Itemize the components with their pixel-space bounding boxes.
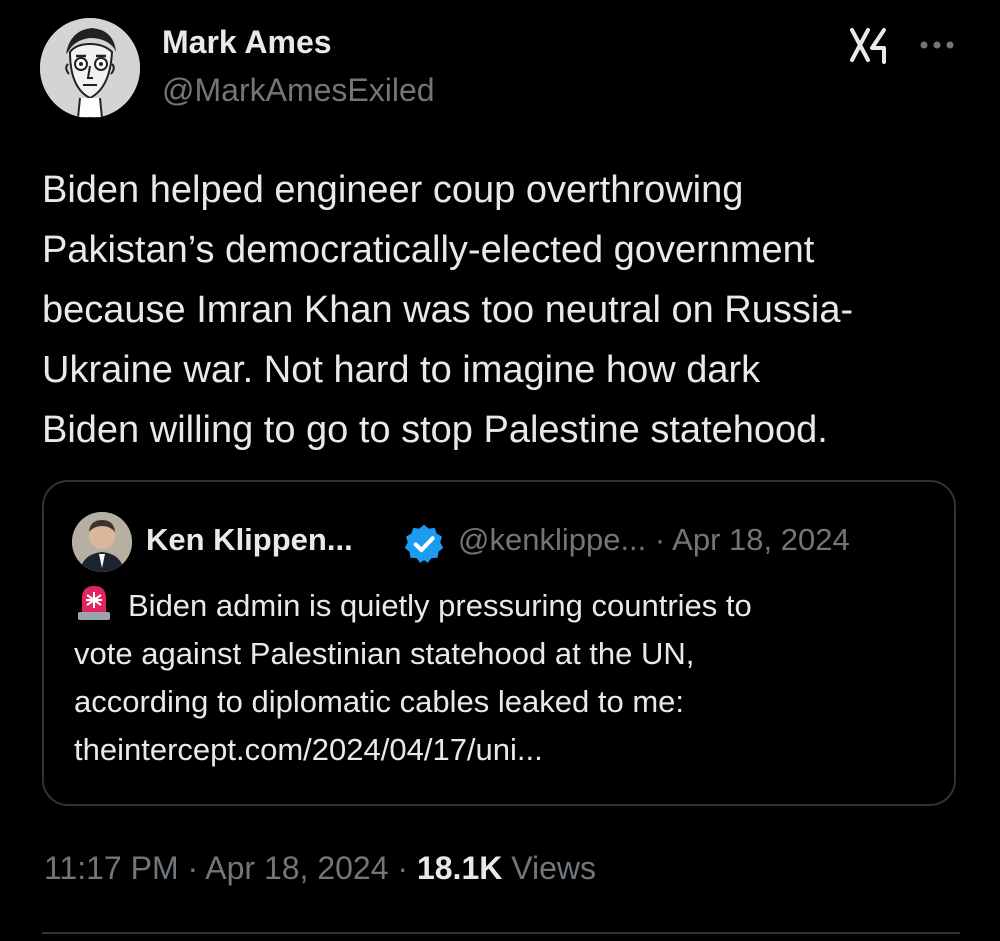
quoted-tweet-card[interactable]: Ken Klippen... @kenklippe... · Apr 18, 2… <box>42 480 956 806</box>
quote-date[interactable]: Apr 18, 2024 <box>672 522 850 557</box>
views-count[interactable]: 18.1K <box>417 850 502 886</box>
avatar-illustration <box>40 18 140 118</box>
quote-line: according to diplomatic cables leaked to… <box>74 684 684 719</box>
avatar[interactable] <box>40 18 140 118</box>
tweet-date[interactable]: Apr 18, 2024 <box>205 850 388 886</box>
tweet-line: Biden helped engineer coup overthrowing <box>42 169 744 211</box>
verified-badge-icon <box>402 522 446 566</box>
quote-text: Biden admin is quietly pressuring countr… <box>74 582 934 774</box>
quote-line-text: Biden admin is quietly pressuring countr… <box>128 588 752 623</box>
tweet-line: Biden willing to go to stop Palestine st… <box>42 409 828 451</box>
rotating-light-icon <box>74 582 114 622</box>
more-options-icon[interactable] <box>918 30 956 60</box>
tweet-meta: 11:17 PM · Apr 18, 2024 · 18.1K Views <box>44 850 596 887</box>
tweet-text: Biden helped engineer coup overthrowing … <box>42 160 972 460</box>
tweet-line: Pakistan’s democratically-elected govern… <box>42 229 815 271</box>
separator-dot: · <box>187 850 199 886</box>
grok-icon[interactable] <box>848 26 892 66</box>
tweet-line: because Imran Khan was too neutral on Ru… <box>42 289 854 331</box>
tweet-line: Ukraine war. Not hard to imagine how dar… <box>42 349 761 391</box>
separator-dot: · <box>397 850 409 886</box>
quote-line: Biden admin is quietly pressuring countr… <box>74 582 934 630</box>
quote-link[interactable]: theintercept.com/2024/04/17/uni... <box>74 726 934 774</box>
quote-avatar[interactable] <box>72 512 132 572</box>
tweet-time[interactable]: 11:17 PM <box>44 850 179 886</box>
quote-handle-date: @kenklippe... · Apr 18, 2024 <box>458 522 850 558</box>
quote-line: vote against Palestinian statehood at th… <box>74 636 695 671</box>
quote-handle[interactable]: @kenklippe... <box>458 522 646 557</box>
views-label: Views <box>511 850 597 886</box>
quote-author-name[interactable]: Ken Klippen... <box>146 522 353 558</box>
separator-dot: · <box>654 522 666 557</box>
author-name[interactable]: Mark Ames <box>162 24 332 61</box>
divider <box>42 932 960 934</box>
author-handle[interactable]: @MarkAmesExiled <box>162 72 435 109</box>
